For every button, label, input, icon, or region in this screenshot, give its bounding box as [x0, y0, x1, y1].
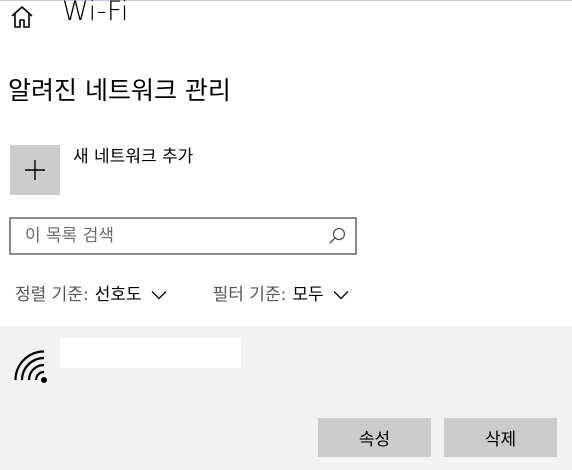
plus-icon [25, 160, 45, 180]
wifi-settings-page: Wi-Fi 알려진 네트워크 관리 새 네트워크 추가 정렬 기준: 선호도 필… [0, 0, 572, 470]
search-input[interactable] [11, 221, 327, 251]
chevron-down-icon [333, 291, 349, 300]
page-title: Wi-Fi [62, 0, 129, 27]
filter-label: 필터 기준: [212, 285, 287, 305]
filter-dropdown[interactable]: 필터 기준: 모두 [213, 282, 349, 308]
wifi-signal-icon [14, 350, 47, 383]
chevron-down-icon [151, 291, 167, 300]
sort-label: 정렬 기준: [15, 285, 89, 305]
search-icon[interactable] [327, 226, 347, 246]
properties-button[interactable]: 속성 [318, 418, 431, 457]
search-box[interactable] [9, 217, 357, 255]
add-network-button[interactable] [10, 145, 60, 195]
network-list-item[interactable]: 속성 삭제 [0, 326, 572, 470]
sort-dropdown[interactable]: 정렬 기준: 선호도 [15, 282, 167, 308]
sort-value: 선호도 [94, 285, 142, 305]
network-name [60, 338, 241, 368]
filter-value: 모두 [292, 285, 324, 305]
filter-bar: 정렬 기준: 선호도 필터 기준: 모두 [15, 282, 349, 308]
page-header: Wi-Fi [8, 0, 129, 30]
add-network-label[interactable]: 새 네트워크 추가 [73, 145, 193, 169]
section-title: 알려진 네트워크 관리 [8, 76, 231, 105]
add-network-row[interactable]: 새 네트워크 추가 [10, 145, 193, 195]
delete-button[interactable]: 삭제 [444, 418, 557, 457]
home-icon[interactable] [8, 3, 36, 31]
